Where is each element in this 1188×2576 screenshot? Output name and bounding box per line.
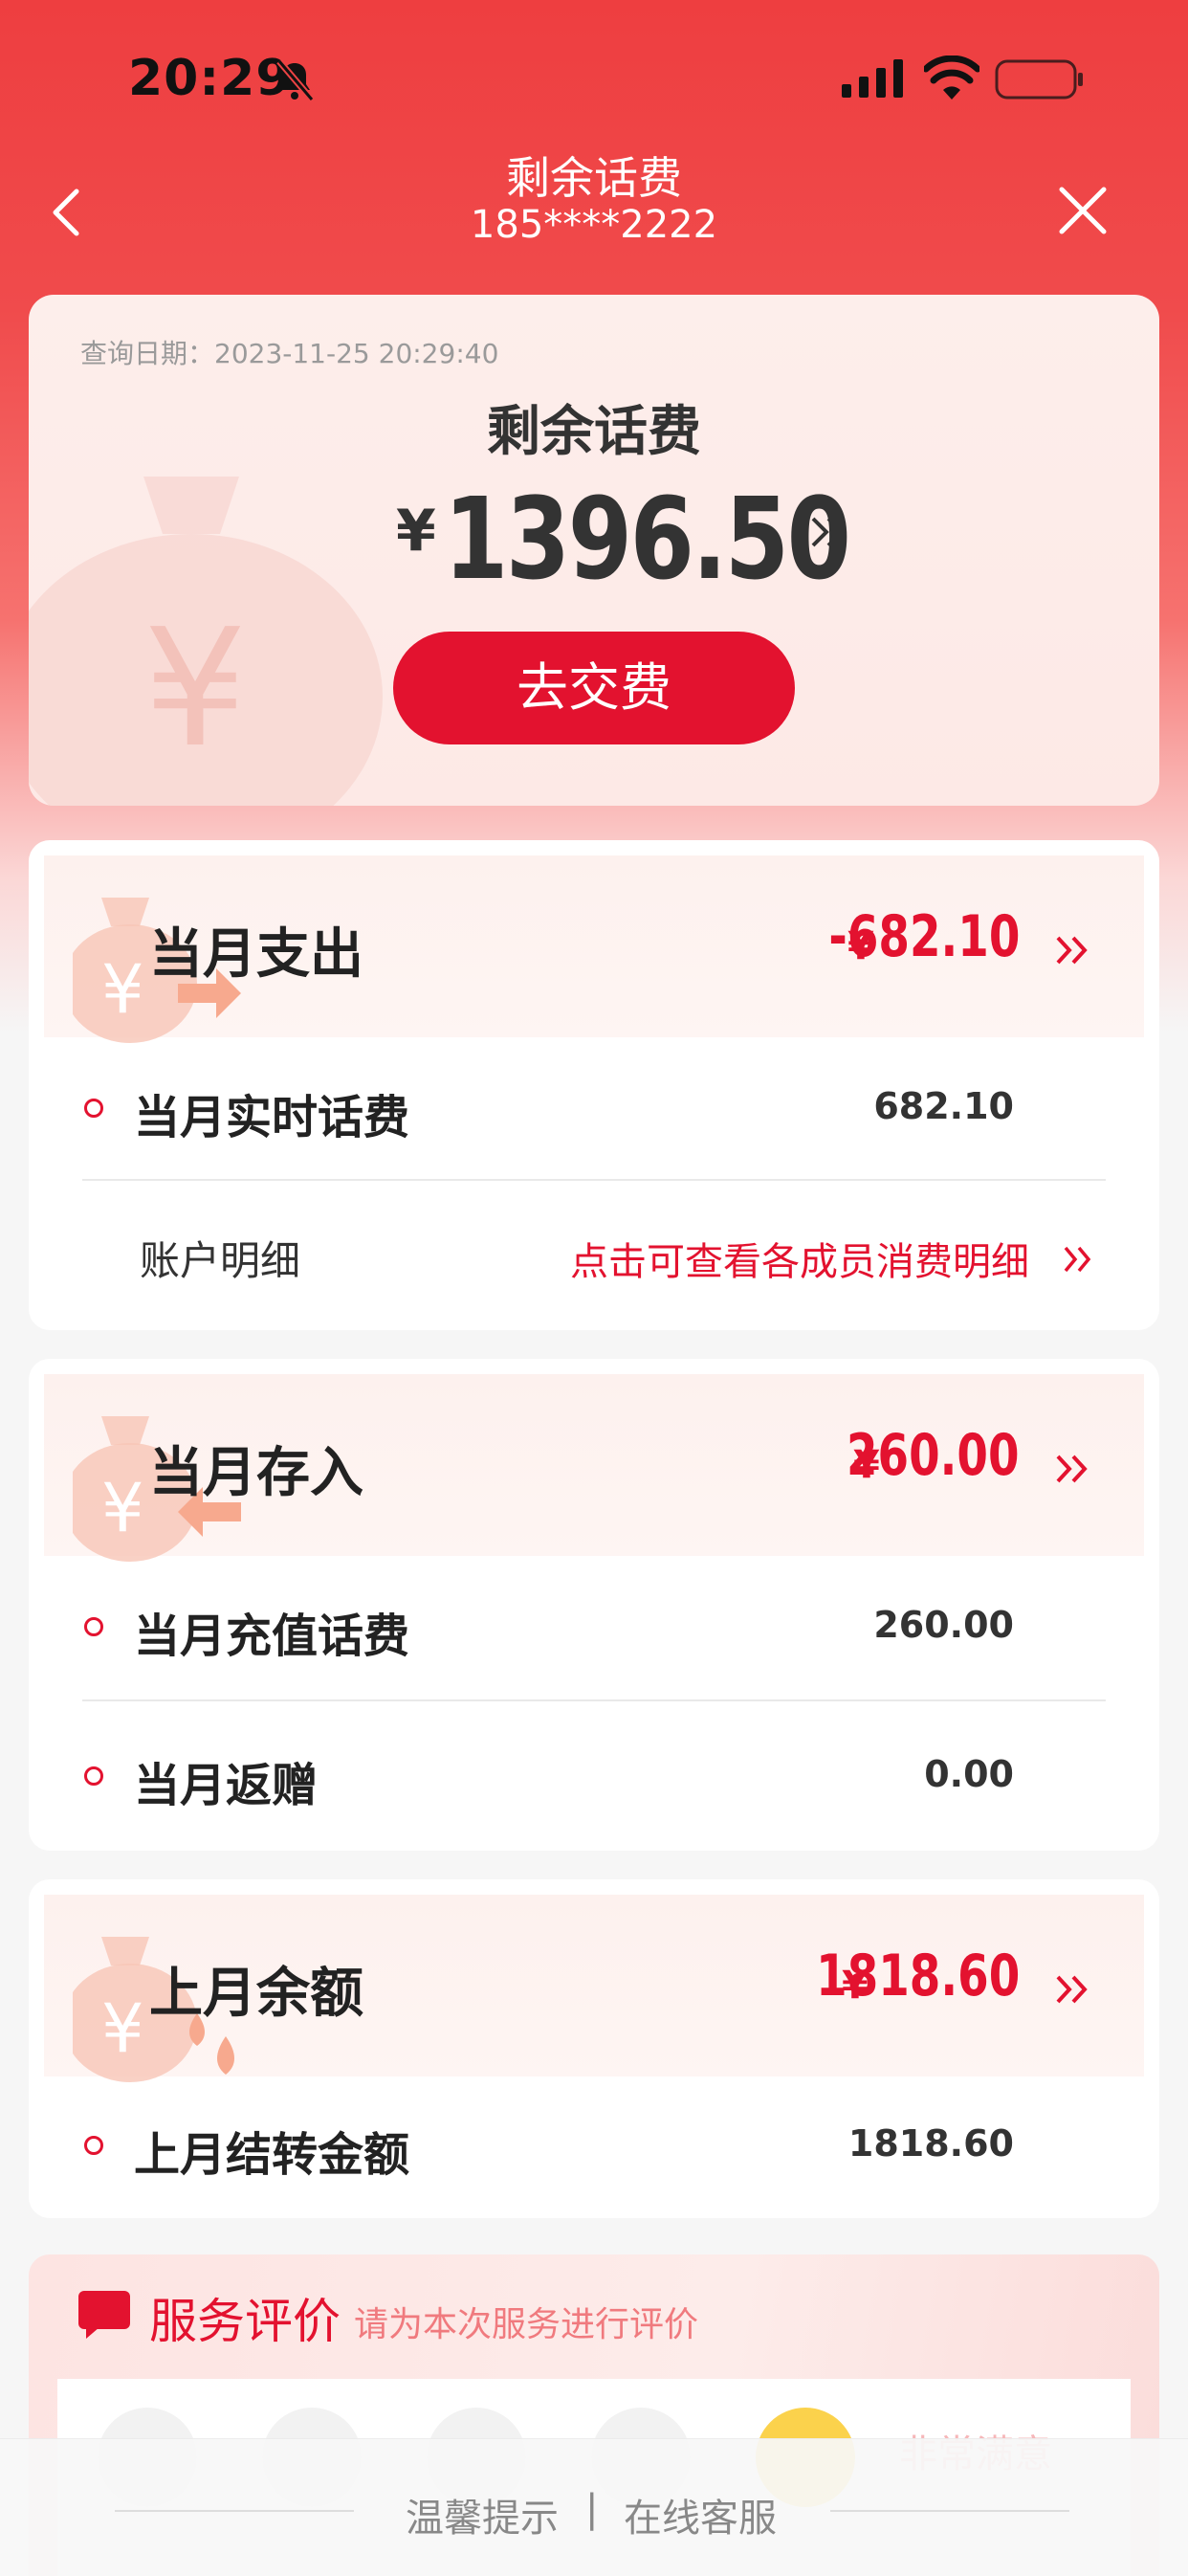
tips-link[interactable]: 温馨提示 (406, 2487, 559, 2543)
deposit-title: 当月存入 (149, 1442, 363, 1504)
wifi-icon (924, 56, 979, 100)
double-chevron-right-icon (1064, 1246, 1091, 1273)
phone-number: 185****2222 (470, 203, 718, 247)
spending-title: 当月支出 (149, 923, 363, 986)
row-value: 682.10 (873, 1085, 1014, 1127)
spending-header[interactable]: ¥ 当月支出 ¥ -682.10 (44, 855, 1144, 1043)
page-title: 剩余话费 (506, 152, 682, 204)
balance-title: 剩余话费 (487, 401, 701, 463)
divider (830, 2510, 1069, 2512)
double-chevron-right-icon (1056, 936, 1088, 965)
bullet-icon (84, 1099, 103, 1118)
cellular-signal-icon (842, 59, 903, 98)
divider (115, 2510, 354, 2512)
deposit-header[interactable]: ¥ 当月存入 ¥ 260.00 (44, 1374, 1144, 1562)
bell-muted-icon (276, 58, 315, 102)
bottom-bar: 温馨提示 | 在线客服 (0, 2438, 1188, 2576)
account-detail-row[interactable]: 账户明细 点击可查看各成员消费明细 (29, 1181, 1159, 1324)
double-chevron-right-icon (1056, 1455, 1088, 1483)
deposit-card: ¥ 当月存入 ¥ 260.00 当月充值话费 260.00 当月返赠 0.00 (29, 1359, 1159, 1851)
rating-title: 服务评价 (149, 2294, 341, 2349)
last-month-card: ¥ 上月余额 ¥ 1818.60 上月结转金额 1818.60 (29, 1879, 1159, 2218)
spending-card: ¥ 当月支出 ¥ -682.10 当月实时话费 682.10 账户明细 点击可查… (29, 840, 1159, 1330)
bullet-icon (84, 1617, 103, 1636)
chat-bubble-icon (78, 2291, 130, 2339)
separator: | (585, 2487, 599, 2531)
balance-card: ¥ 查询日期：2023-11-25 20:29:40 剩余话费 ¥ 1396.5… (29, 295, 1159, 806)
last-month-amount: 1818.60 (815, 1943, 1020, 2010)
deposit-amount: 260.00 (847, 1422, 1020, 1489)
pay-button[interactable]: 去交费 (393, 632, 795, 744)
list-item: 上月结转金额 1818.60 (29, 2075, 1159, 2218)
list-item: 当月返赠 0.00 (29, 1705, 1159, 1849)
row-value: 1818.60 (847, 2122, 1014, 2165)
row-label: 当月充值话费 (134, 1610, 410, 1663)
status-time: 20:29 (128, 50, 292, 107)
row-label: 当月返赠 (134, 1759, 319, 1812)
row-value: 0.00 (924, 1753, 1014, 1795)
online-service-link[interactable]: 在线客服 (624, 2487, 777, 2543)
bullet-icon (84, 1766, 103, 1786)
list-item: 当月实时话费 682.10 (29, 1037, 1159, 1181)
svg-text:¥: ¥ (143, 594, 247, 784)
row-label: 上月结转金额 (134, 2128, 410, 2182)
spending-amount: -682.10 (827, 903, 1020, 970)
money-bag-icon: ¥ (29, 477, 383, 806)
balance-amount: 1396.50 (444, 473, 851, 605)
svg-text:¥: ¥ (101, 1469, 144, 1547)
divider (82, 1699, 1106, 1701)
double-chevron-right-icon (1056, 1975, 1088, 2004)
battery-icon (995, 59, 1083, 100)
svg-text:¥: ¥ (101, 950, 144, 1029)
row-value: 260.00 (873, 1604, 1014, 1646)
query-date: 查询日期：2023-11-25 20:29:40 (80, 338, 499, 369)
last-month-title: 上月余额 (149, 1963, 363, 2025)
bullet-icon (84, 2136, 103, 2155)
row-label: 账户明细 (140, 1237, 301, 1284)
member-detail-link[interactable]: 点击可查看各成员消费明细 (570, 1231, 1029, 1286)
last-month-header[interactable]: ¥ 上月余额 ¥ 1818.60 (44, 1895, 1144, 2082)
list-item: 当月充值话费 260.00 (29, 1556, 1159, 1699)
svg-text:¥: ¥ (101, 1989, 144, 2068)
currency-symbol: ¥ (396, 498, 436, 565)
row-label: 当月实时话费 (134, 1091, 410, 1144)
double-chevron-right-icon[interactable] (805, 507, 855, 557)
rating-subtitle: 请为本次服务进行评价 (354, 2305, 699, 2344)
close-icon[interactable] (1056, 184, 1110, 237)
